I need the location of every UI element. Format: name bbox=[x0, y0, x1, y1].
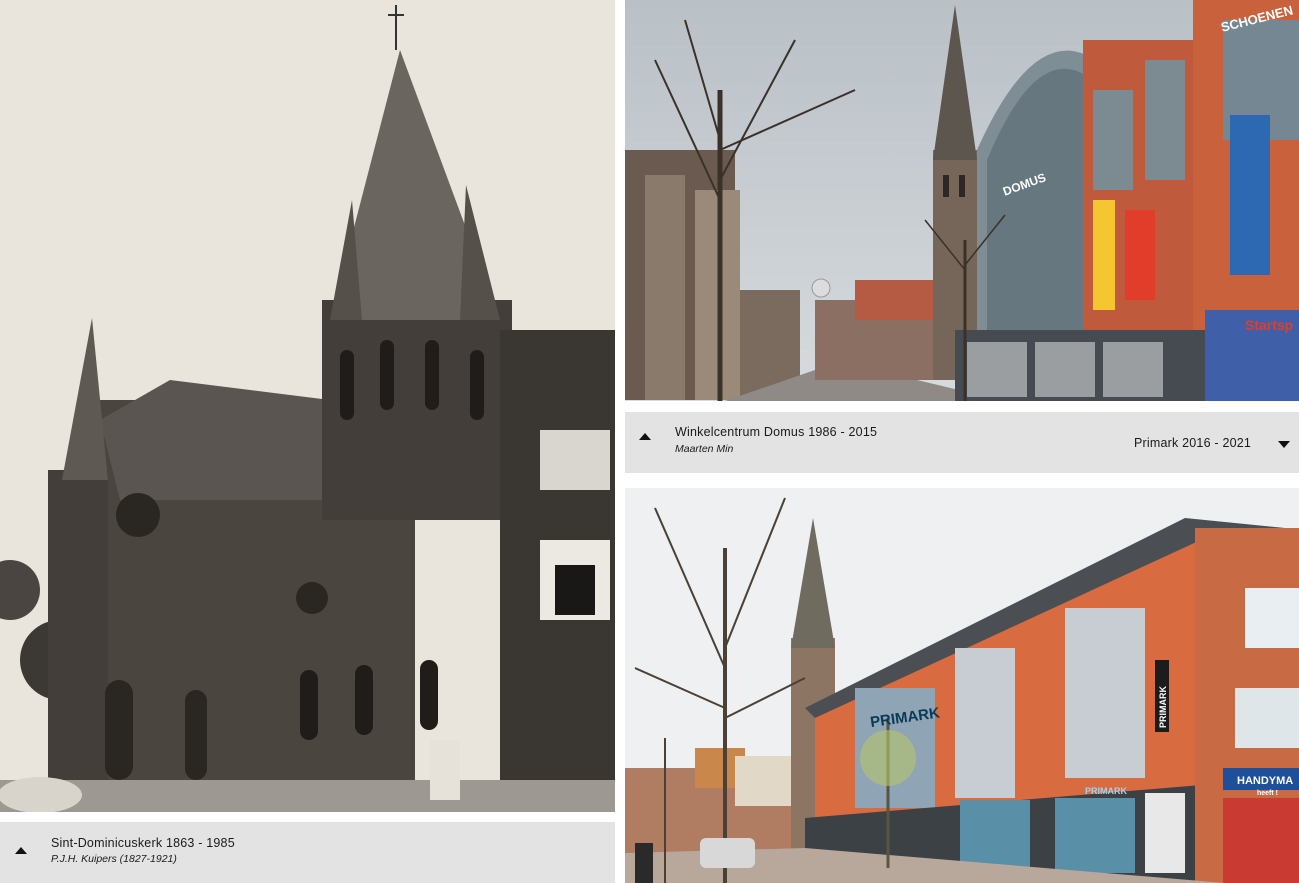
next-period-arrow-icon[interactable] bbox=[1278, 441, 1290, 448]
startsport-sign: Startsp bbox=[1245, 317, 1293, 333]
historic-church-caption: Sint-Dominicuskerk 1863 - 1985 P.J.H. Ku… bbox=[0, 822, 615, 883]
primark-vertical-sign: PRIMARK bbox=[1158, 686, 1168, 728]
primark-illustration: PRIMARK PRIMARK PRIMARK HANDYMA heeft ! bbox=[625, 488, 1299, 883]
expand-caption-icon[interactable] bbox=[639, 433, 651, 440]
historic-church-panel: Sint-Dominicuskerk 1863 - 1985 P.J.H. Ku… bbox=[0, 0, 615, 883]
primark-small-sign: PRIMARK bbox=[1085, 786, 1127, 796]
caption-subtitle: Maarten Min bbox=[675, 443, 734, 455]
handyman-sign: HANDYMA bbox=[1237, 775, 1293, 787]
primark-photo[interactable]: PRIMARK PRIMARK PRIMARK HANDYMA heeft ! bbox=[625, 488, 1299, 883]
historic-church-photo[interactable] bbox=[0, 0, 615, 812]
domus-caption: Winkelcentrum Domus 1986 - 2015 Maarten … bbox=[625, 412, 1299, 473]
expand-caption-icon[interactable] bbox=[15, 847, 27, 854]
domus-illustration: SCHOENEN DOMUS Startsp bbox=[625, 0, 1299, 401]
domus-photo[interactable]: SCHOENEN DOMUS Startsp bbox=[625, 0, 1299, 401]
church-illustration bbox=[0, 0, 615, 812]
caption-subtitle: P.J.H. Kuipers (1827-1921) bbox=[51, 853, 177, 865]
caption-title: Sint-Dominicuskerk 1863 - 1985 bbox=[51, 836, 235, 850]
caption-title: Winkelcentrum Domus 1986 - 2015 bbox=[675, 425, 878, 439]
primark-panel: PRIMARK PRIMARK PRIMARK HANDYMA heeft ! bbox=[625, 488, 1299, 883]
handyman-subsign: heeft ! bbox=[1257, 790, 1278, 797]
domus-panel: SCHOENEN DOMUS Startsp Winkelcentrum Dom… bbox=[625, 0, 1299, 473]
next-period-link[interactable]: Primark 2016 - 2021 bbox=[1134, 436, 1251, 450]
